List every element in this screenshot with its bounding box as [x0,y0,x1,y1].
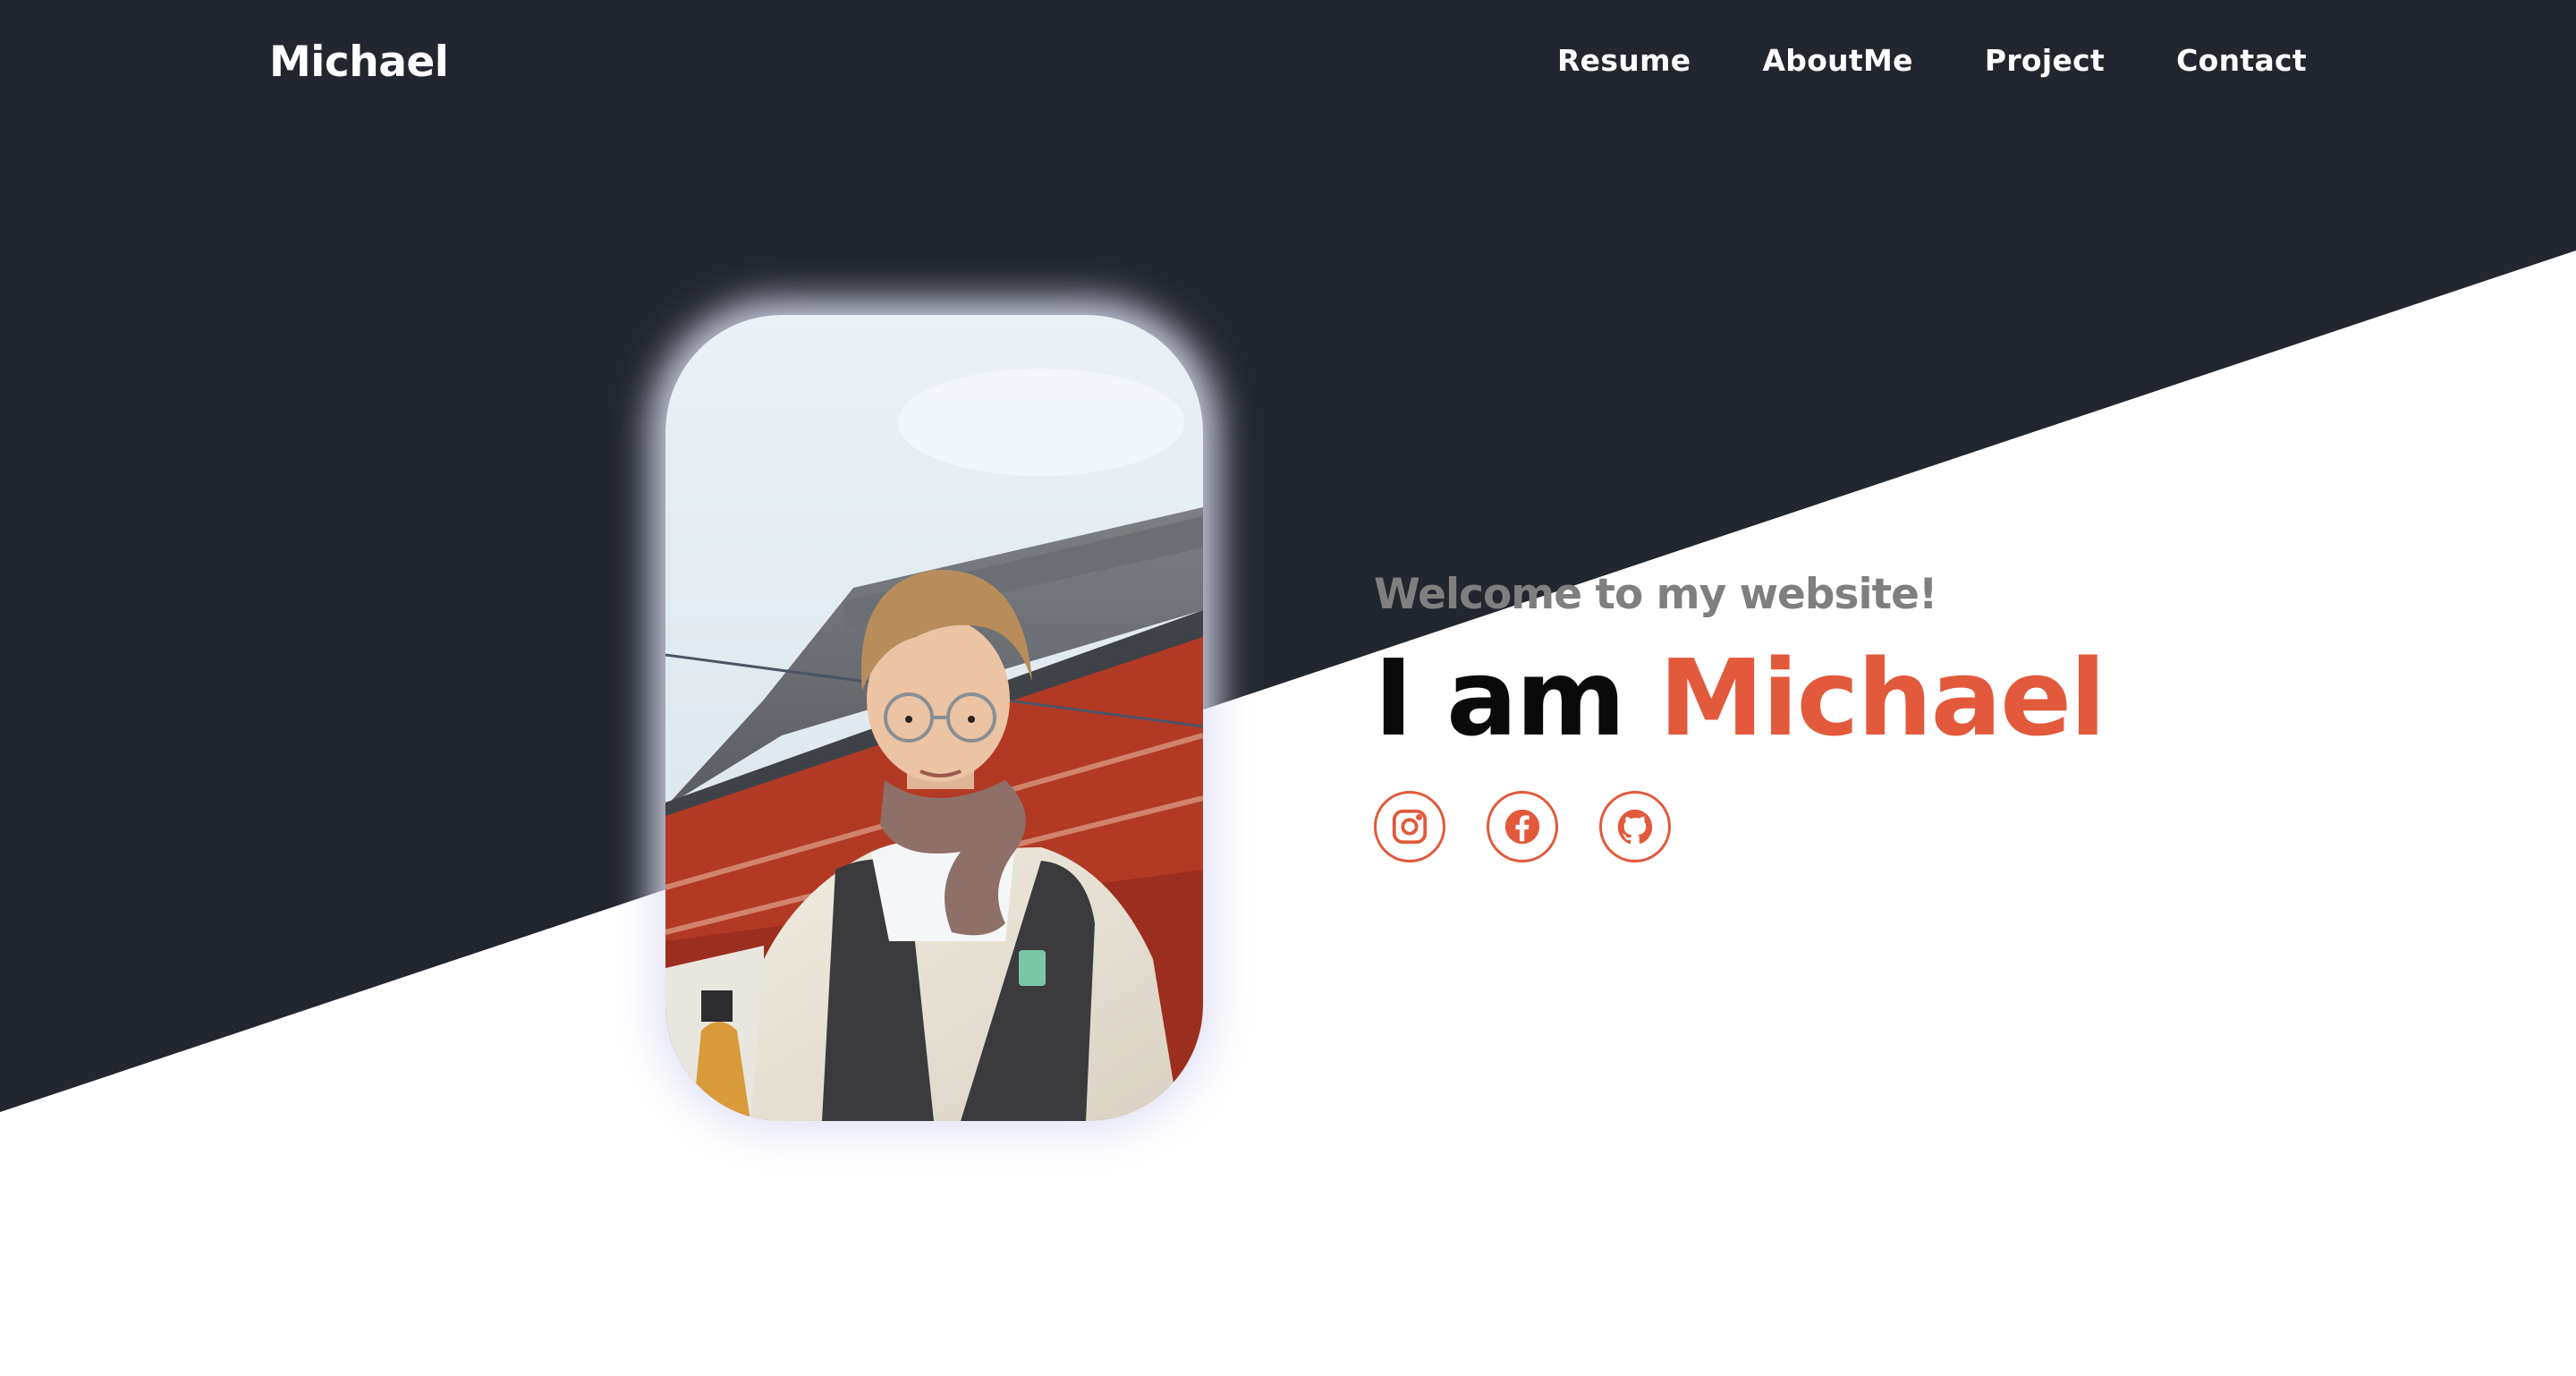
facebook-icon [1504,809,1540,845]
brand-logo[interactable]: Michael [269,38,449,87]
navbar: Michael Resume AboutMe Project Contact [0,0,2576,130]
nav-link-contact[interactable]: Contact [2176,43,2307,78]
nav-link-resume[interactable]: Resume [1557,43,1691,78]
github-icon [1617,809,1653,845]
nav-link-project[interactable]: Project [1985,43,2105,78]
dark-diagonal-background [0,0,2576,1112]
instagram-icon [1392,809,1428,845]
hero-text: Welcome to my website! I am Michael [1374,564,2106,862]
instagram-link[interactable] [1374,791,1445,862]
github-link[interactable] [1599,791,1671,862]
hero-headline: I am Michael [1374,626,2106,769]
profile-photo [665,315,1203,1121]
nav-links: Resume AboutMe Project Contact [1557,43,2307,78]
social-links [1374,791,2105,862]
nav-link-aboutme[interactable]: AboutMe [1762,43,1912,78]
page: Michael Resume AboutMe Project Contact W… [0,0,2576,1376]
facebook-link[interactable] [1487,791,1558,862]
headline-name: Michael [1658,636,2106,760]
headline-intro: I am [1374,636,1626,760]
welcome-text: Welcome to my website! [1374,570,1937,619]
